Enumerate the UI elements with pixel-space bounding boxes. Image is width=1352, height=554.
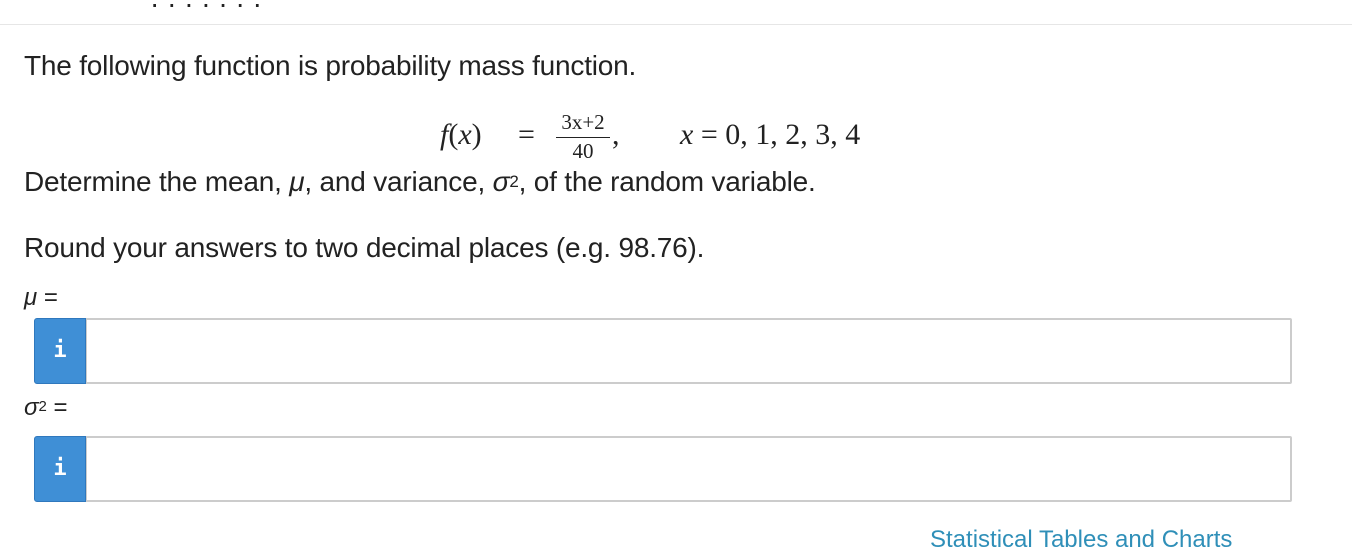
question-intro: The following function is probability ma…: [24, 50, 637, 81]
fraction-denominator: 40: [572, 139, 594, 163]
clipped-header-text: · · · · · · ·: [150, 0, 262, 19]
info-icon: i: [53, 338, 67, 363]
sigma-squared-answer-row: i: [34, 436, 1292, 502]
equation-domain: x = 0, 1, 2, 3, 4: [680, 118, 861, 151]
pmf-equation: f(x) = 3x+2 40 , x = 0, 1, 2, 3, 4: [440, 110, 920, 164]
info-icon: i: [53, 456, 67, 481]
mu-symbol: μ: [289, 166, 305, 197]
mu-info-button[interactable]: i: [34, 318, 86, 384]
sigma-squared-label: σ2 =: [24, 394, 68, 421]
equation-comma: ,: [612, 118, 620, 151]
rounding-instruction: Round your answers to two decimal places…: [24, 232, 705, 263]
mu-label: μ =: [24, 284, 58, 311]
mu-answer-input[interactable]: [86, 318, 1292, 384]
statistical-tables-link[interactable]: Statistical Tables and Charts: [930, 526, 1232, 554]
equation-equals: =: [518, 118, 535, 151]
sigma-squared-info-button[interactable]: i: [34, 436, 86, 502]
equation-lhs: f(x): [440, 118, 482, 151]
sigma-squared-answer-input[interactable]: [86, 436, 1292, 502]
determine-instruction: Determine the mean, μ, and variance, σ2,…: [24, 166, 816, 197]
fraction-numerator: 3x+2: [561, 110, 605, 134]
top-divider: [0, 24, 1352, 25]
mu-answer-row: i: [34, 318, 1292, 384]
sigma-symbol: σ: [492, 166, 510, 197]
equation-fraction: 3x+2 40: [554, 110, 612, 164]
fraction-bar: [556, 137, 610, 138]
